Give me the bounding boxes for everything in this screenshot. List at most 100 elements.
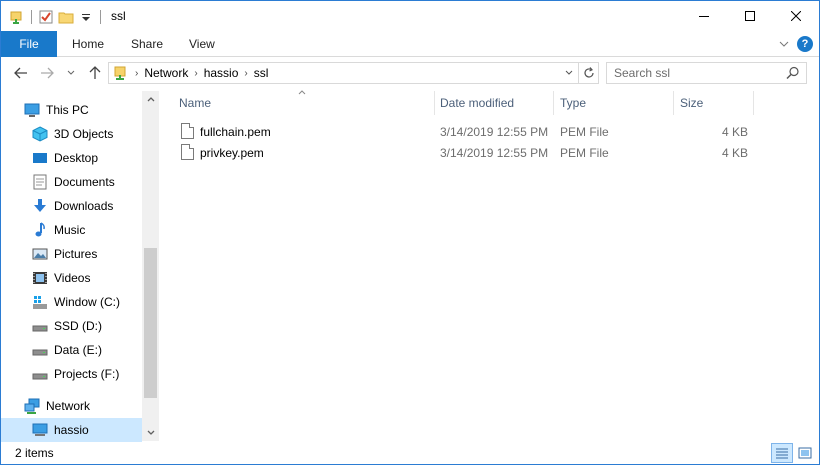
sidebar-item-label: Downloads xyxy=(54,199,114,213)
sidebar-item-network[interactable]: Network xyxy=(1,394,142,418)
network-folder-icon xyxy=(113,65,129,81)
file-name: privkey.pem xyxy=(200,146,264,160)
details-view-button[interactable] xyxy=(771,443,793,463)
sidebar-item-ssd-d[interactable]: SSD (D:) xyxy=(1,314,142,338)
sidebar-item-label: Pictures xyxy=(54,247,98,261)
column-divider[interactable] xyxy=(553,91,554,115)
status-bar: 2 items xyxy=(1,441,819,464)
videos-icon xyxy=(32,270,48,286)
drive-icon xyxy=(32,342,48,358)
sidebar-item-downloads[interactable]: Downloads xyxy=(1,194,142,218)
column-header-type[interactable]: Type xyxy=(560,89,586,117)
sidebar-item-window-c[interactable]: Window (C:) xyxy=(1,290,142,314)
drive-icon xyxy=(32,318,48,334)
file-date: 3/14/2019 12:55 PM xyxy=(440,146,549,160)
close-icon xyxy=(791,11,801,21)
breadcrumb-chevron-icon[interactable]: › xyxy=(135,68,138,79)
sidebar-item-label: Documents xyxy=(54,175,115,189)
computer-icon xyxy=(32,422,48,438)
file-row[interactable]: privkey.pem 3/14/2019 12:55 PM PEM File … xyxy=(174,142,754,163)
chevron-down-icon xyxy=(147,430,154,435)
sidebar-item-music[interactable]: Music xyxy=(1,218,142,242)
toolbar-divider xyxy=(100,10,101,24)
recent-locations-button[interactable] xyxy=(61,63,81,83)
refresh-button[interactable] xyxy=(578,63,598,83)
sidebar-item-projects-f[interactable]: Projects (F:) xyxy=(1,362,142,386)
search-input[interactable] xyxy=(614,63,784,83)
sidebar-item-label: Desktop xyxy=(54,151,99,165)
explorer-window: ssl File Home Share View ? › Network › h… xyxy=(0,0,820,465)
back-arrow-icon xyxy=(14,67,27,79)
new-folder-icon[interactable] xyxy=(58,9,74,25)
breadcrumb-chevron-icon[interactable]: › xyxy=(194,68,197,79)
scroll-down-button[interactable] xyxy=(142,424,159,441)
address-history-button[interactable] xyxy=(560,63,578,83)
chevron-down-icon[interactable] xyxy=(775,35,793,53)
sidebar-item-hassio[interactable]: hassio xyxy=(1,418,142,442)
tab-file[interactable]: File xyxy=(1,31,57,57)
desktop-icon xyxy=(32,150,48,166)
breadcrumb-chevron-icon[interactable]: › xyxy=(244,68,247,79)
large-icons-view-button[interactable] xyxy=(794,443,816,463)
minimize-button[interactable] xyxy=(681,1,727,31)
search-box[interactable] xyxy=(606,62,807,84)
file-size: 4 KB xyxy=(722,125,749,139)
column-header-name[interactable]: Name xyxy=(179,89,211,117)
help-button[interactable]: ? xyxy=(797,36,813,52)
drive-icon xyxy=(32,366,48,382)
sidebar-item-label: hassio xyxy=(54,423,89,437)
music-icon xyxy=(32,222,48,238)
up-button[interactable] xyxy=(85,63,105,83)
sidebar-item-data-e[interactable]: Data (E:) xyxy=(1,338,142,362)
window-title: ssl xyxy=(111,9,126,23)
close-button[interactable] xyxy=(773,1,819,31)
forward-button[interactable] xyxy=(37,63,57,83)
sidebar-item-this-pc[interactable]: This PC xyxy=(1,98,142,122)
tab-share[interactable]: Share xyxy=(131,31,163,57)
maximize-button[interactable] xyxy=(727,1,773,31)
maximize-icon xyxy=(745,11,755,21)
column-header-date[interactable]: Date modified xyxy=(440,89,514,117)
downloads-icon xyxy=(32,198,48,214)
this-pc-icon xyxy=(24,102,40,118)
tab-home[interactable]: Home xyxy=(72,31,104,57)
file-size: 4 KB xyxy=(722,146,749,160)
scrollbar-thumb[interactable] xyxy=(144,248,157,398)
search-icon[interactable] xyxy=(786,66,800,80)
details-view-icon xyxy=(776,448,788,459)
sidebar-item-videos[interactable]: Videos xyxy=(1,266,142,290)
title-bar: ssl xyxy=(1,1,819,31)
sidebar-item-desktop[interactable]: Desktop xyxy=(1,146,142,170)
properties-icon[interactable] xyxy=(38,9,54,25)
customize-toolbar-icon[interactable] xyxy=(78,9,94,25)
column-header-size[interactable]: Size xyxy=(680,89,703,117)
navigation-pane: This PC 3D Objects Desktop Documents Dow… xyxy=(1,91,159,442)
column-divider[interactable] xyxy=(673,91,674,115)
breadcrumb-network[interactable]: Network xyxy=(144,66,188,80)
sidebar-item-label: Videos xyxy=(54,271,91,285)
scroll-up-button[interactable] xyxy=(142,91,159,108)
sidebar-scrollbar[interactable] xyxy=(142,91,159,441)
folder-pin-icon[interactable] xyxy=(9,9,25,25)
back-button[interactable] xyxy=(11,63,31,83)
sidebar-item-label: Window (C:) xyxy=(54,295,121,309)
sidebar-item-pictures[interactable]: Pictures xyxy=(1,242,142,266)
file-name: fullchain.pem xyxy=(200,125,271,139)
chevron-down-icon xyxy=(67,70,75,75)
address-bar[interactable]: › Network › hassio › ssl xyxy=(108,62,599,84)
column-divider[interactable] xyxy=(434,91,435,115)
column-divider[interactable] xyxy=(753,91,754,115)
tab-view[interactable]: View xyxy=(189,31,215,57)
breadcrumb-hassio[interactable]: hassio xyxy=(204,66,239,80)
windows-drive-icon xyxy=(32,294,48,310)
sidebar-item-documents[interactable]: Documents xyxy=(1,170,142,194)
file-type: PEM File xyxy=(560,146,609,160)
sidebar-item-label: Data (E:) xyxy=(54,343,103,357)
up-arrow-icon xyxy=(89,66,101,79)
file-icon xyxy=(181,123,194,139)
breadcrumb-ssl[interactable]: ssl xyxy=(254,66,269,80)
minimize-icon xyxy=(699,16,709,17)
file-row[interactable]: fullchain.pem 3/14/2019 12:55 PM PEM Fil… xyxy=(174,121,754,142)
sidebar-item-label: Projects (F:) xyxy=(54,367,120,381)
sidebar-item-3d-objects[interactable]: 3D Objects xyxy=(1,122,142,146)
